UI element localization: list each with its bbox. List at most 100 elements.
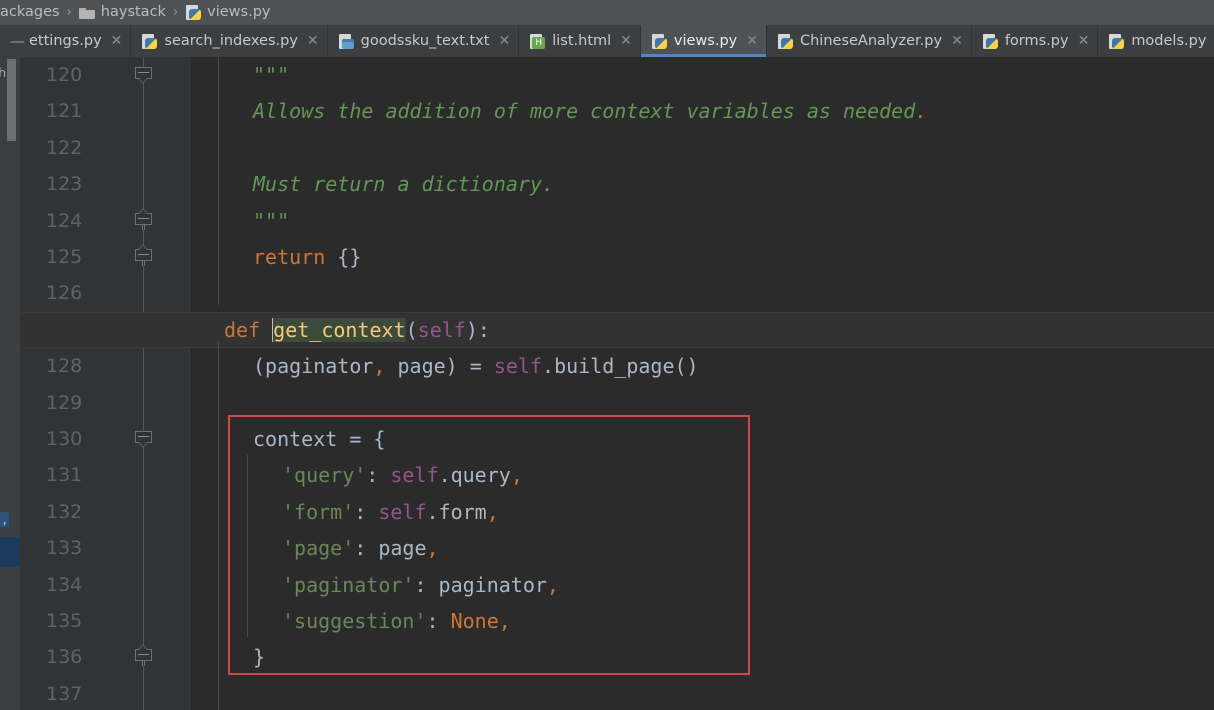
line-number[interactable]: 123 [20, 166, 130, 202]
editor-tab-goodssku-text-txt[interactable]: goodssku_text.txt ✕ [327, 25, 520, 57]
indent-guide [247, 455, 248, 638]
line-number[interactable]: 135 [20, 603, 130, 639]
line-number[interactable]: 137 [20, 676, 130, 710]
left-panel-scrollbar[interactable] [7, 59, 16, 141]
line-number[interactable]: 130 [20, 421, 130, 457]
editor-tab-ettings-py[interactable]: — ettings.py ✕ [0, 25, 132, 57]
line-number[interactable]: 136 [20, 639, 130, 675]
fold-collapse-icon[interactable] [135, 67, 152, 84]
code-line[interactable]: context = { [253, 421, 385, 457]
editor-tab-list-html[interactable]: list.html ✕ [519, 25, 641, 57]
code-editor[interactable]: 1201211221231241251261271281291301311321… [20, 57, 1214, 710]
code-line[interactable]: 'paginator': paginator, [282, 567, 559, 603]
editor-tab-label: forms.py [1004, 33, 1069, 49]
code-token-doc: """ [253, 63, 290, 87]
line-number[interactable]: 124 [20, 203, 130, 239]
left-panel-clipped-label-bottom: ex, [0, 512, 9, 527]
editor-tab-chineseanalyzer-py[interactable]: ChineseAnalyzer.py ✕ [766, 25, 972, 57]
python-file-icon [1108, 33, 1125, 50]
breadcrumb-item-ackages[interactable]: ackages [0, 0, 60, 25]
line-number[interactable]: 121 [20, 93, 130, 129]
line-number[interactable]: 126 [20, 275, 130, 311]
code-line[interactable]: return {} [253, 239, 361, 275]
code-token-self: self [417, 317, 466, 342]
python-file-icon [777, 33, 794, 50]
code-token-comma: , [486, 499, 499, 524]
line-number[interactable]: 132 [20, 494, 130, 530]
line-number[interactable]: 129 [20, 385, 130, 421]
editor-gutter[interactable]: 1201211221231241251261271281291301311321… [20, 57, 190, 710]
line-number[interactable]: 131 [20, 457, 130, 493]
close-icon[interactable]: ✕ [951, 34, 963, 48]
fold-marker-bar [138, 436, 149, 437]
editor-tab-views-py[interactable]: views.py ✕ [640, 25, 767, 57]
code-line[interactable]: def get_context(self): [224, 312, 490, 348]
close-icon[interactable]: ✕ [620, 34, 632, 48]
line-number[interactable]: 120 [20, 57, 130, 93]
line-number[interactable]: 134 [20, 567, 130, 603]
close-icon[interactable]: ✕ [1078, 34, 1090, 48]
fold-marker-tail [142, 261, 145, 266]
code-line[interactable]: Must return a dictionary. [253, 166, 554, 202]
fold-marker-body [135, 212, 152, 225]
code-token-text: : [354, 536, 379, 561]
close-icon[interactable]: ✕ [307, 34, 319, 48]
fold-marker-tail [142, 661, 145, 667]
code-token-punct: ): [465, 317, 490, 342]
code-token-self: self [493, 354, 543, 379]
code-token-text: = [469, 354, 482, 379]
code-line[interactable]: 'form': self.form, [282, 494, 499, 530]
close-icon[interactable]: ✕ [111, 34, 123, 48]
fold-marker-tail [142, 224, 145, 230]
fold-marker-arrow-fill [139, 78, 147, 83]
code-line[interactable]: Allows the addition of more context vari… [253, 93, 927, 129]
fold-end-icon[interactable] [135, 244, 152, 266]
html-file-icon [529, 33, 546, 50]
code-token-text: : [366, 463, 391, 488]
code-token-kw: def [224, 317, 261, 342]
code-line[interactable]: """ [253, 57, 289, 93]
editor-tab-label: views.py [673, 33, 738, 49]
code-token-text: .build_page() [542, 354, 699, 379]
code-line[interactable]: 'page': page, [282, 530, 439, 566]
code-token-text: : [354, 499, 379, 524]
close-icon[interactable]: ✕ [746, 34, 758, 48]
code-line[interactable]: (paginator, page) = self.build_page() [253, 348, 699, 384]
fold-marker-bar [138, 254, 149, 255]
folder-icon [78, 4, 96, 21]
fold-collapse-icon[interactable] [135, 431, 152, 448]
line-number[interactable]: 133 [20, 530, 130, 566]
code-token-text: : [414, 572, 439, 597]
code-token-kw: None [450, 609, 499, 633]
left-tool-panel[interactable]: esh ) ex, [0, 57, 20, 710]
code-line[interactable]: 'query': self.query, [282, 457, 523, 493]
editor-tab-search-indexes-py[interactable]: search_indexes.py ✕ [131, 25, 328, 57]
breadcrumb-item-views-py[interactable]: views.py [185, 0, 270, 25]
editor-tab-models-py[interactable]: models.py✕ [1098, 25, 1214, 57]
line-number[interactable]: 125 [20, 239, 130, 275]
indent-guide [218, 341, 219, 710]
line-number[interactable]: 122 [20, 130, 130, 166]
close-icon[interactable]: ✕ [499, 34, 511, 48]
breadcrumb-item-label: ackages [0, 4, 60, 20]
fold-end-icon[interactable] [135, 207, 152, 230]
editor-tab-label: goodssku_text.txt [360, 33, 490, 49]
code-token-self: self [390, 463, 439, 488]
code-token-str: 'page' [282, 536, 355, 561]
left-panel-selected-row[interactable] [0, 537, 20, 567]
code-line[interactable]: 'suggestion': None, [282, 603, 511, 639]
code-token-kw: return [253, 245, 326, 269]
code-token-text: : [426, 609, 451, 633]
breadcrumb-item-haystack[interactable]: haystack [78, 0, 166, 25]
code-line[interactable]: """ [253, 203, 289, 239]
code-text-area[interactable]: """ Allows the addition of more context v… [20, 57, 1214, 710]
fold-marker-arrow-fill [139, 442, 147, 447]
code-token-text: context [253, 427, 350, 451]
editor-tab-forms-py[interactable]: forms.py ✕ [971, 25, 1099, 57]
line-number[interactable]: 128 [20, 348, 130, 384]
code-token-text: .query [438, 463, 511, 488]
code-line[interactable]: } [253, 639, 265, 675]
breadcrumb: ackages › haystack › views.py [0, 0, 1214, 25]
fold-end-icon[interactable] [135, 644, 152, 667]
